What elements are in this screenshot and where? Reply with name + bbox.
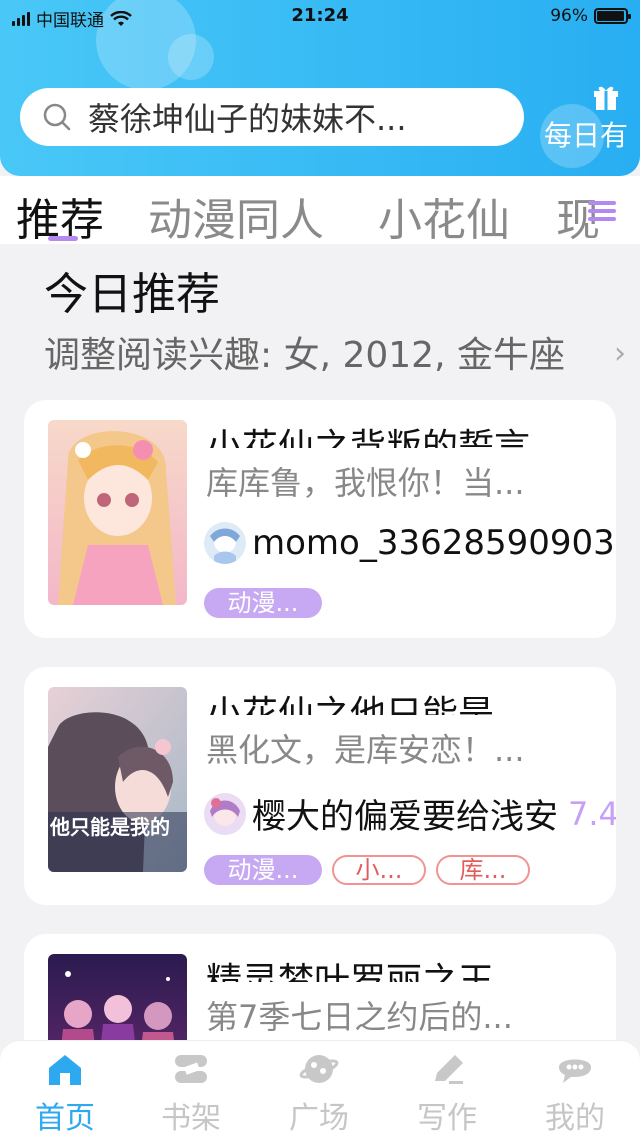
home-icon: [49, 1055, 81, 1085]
status-bar: 中国联通 21:24 96%: [0, 0, 640, 34]
interest-settings-link[interactable]: 调整阅读兴趣: 女, 2012, 金牛座: [44, 326, 565, 378]
active-tab-indicator: [48, 236, 78, 241]
book-author: 樱大的偏爱要给浅安 7.4: [204, 789, 616, 838]
nav-square[interactable]: 广场: [264, 1051, 374, 1137]
battery-level: [597, 11, 624, 21]
chat-icon: [559, 1059, 591, 1083]
book-cover: [48, 420, 187, 605]
tag-list: 动漫...: [204, 588, 322, 618]
battery-percent: 96%: [550, 6, 588, 26]
author-name: momo_33628590903...: [252, 523, 616, 563]
search-icon: [43, 103, 71, 131]
cover-title-text: 他只能是我的: [50, 815, 170, 839]
book-description: 第7季七日之约后的...: [206, 998, 513, 1036]
anime-girl-cover-art: [48, 687, 187, 872]
nav-label: 广场: [289, 1101, 349, 1136]
chevron-right-icon: ›: [614, 336, 626, 371]
nav-home[interactable]: 首页: [10, 1051, 120, 1137]
book-score: 7.4: [568, 794, 616, 833]
header: 中国联通 21:24 96% 蔡徐坤仙子的妹妹不... 每日有: [0, 0, 640, 176]
avatar: [204, 522, 246, 564]
tag-chip[interactable]: 小...: [332, 855, 426, 885]
tab-anime-fanfic[interactable]: 动漫同人: [148, 184, 324, 244]
app-screen: 中国联通 21:24 96% 蔡徐坤仙子的妹妹不... 每日有 推荐 动漫同人 …: [0, 0, 640, 1138]
search-placeholder: 蔡徐坤仙子的妹妹不...: [88, 100, 407, 138]
book-author: momo_33628590903...: [204, 522, 616, 564]
section-title: 今日推荐: [44, 269, 220, 320]
nav-mine[interactable]: 我的: [520, 1051, 630, 1137]
book-title: 精灵梦叶罗丽之王: [206, 961, 495, 982]
nav-write[interactable]: 写作: [392, 1051, 502, 1137]
decor-bubble: [168, 34, 214, 80]
nav-label: 写作: [417, 1101, 477, 1136]
gift-icon: [594, 86, 618, 110]
tag-chip[interactable]: 动漫...: [204, 588, 322, 618]
nav-label: 书架: [161, 1101, 221, 1136]
anime-girl-cover-art: [48, 420, 187, 605]
battery-icon: [594, 8, 631, 24]
planet-icon: [299, 1055, 339, 1083]
bookshelf-icon: [175, 1055, 207, 1083]
book-description: 库库鲁，我恨你！当...: [206, 464, 525, 502]
tag-list: 动漫... 小... 库...: [204, 855, 530, 885]
status-right: 96%: [550, 6, 631, 26]
pen-icon: [435, 1055, 463, 1084]
nav-label: 我的: [545, 1101, 605, 1136]
menu-icon[interactable]: [586, 196, 620, 226]
book-card[interactable]: 小花仙之背叛的誓言 库库鲁，我恨你！当... momo_33628590903.…: [24, 400, 616, 638]
tag-chip[interactable]: 库...: [436, 855, 530, 885]
category-tabs: 推荐 动漫同人 小花仙 现: [0, 176, 640, 244]
nav-label: 首页: [35, 1101, 95, 1136]
book-cover: 他只能是我的: [48, 687, 187, 872]
tag-chip[interactable]: 动漫...: [204, 855, 322, 885]
clock: 21:24: [291, 5, 349, 26]
bottom-nav: 首页 书架 广场 写作 我的: [0, 1040, 640, 1138]
daily-label: 每日有: [544, 119, 629, 152]
book-title: 小花仙之他只能是: [206, 694, 495, 715]
book-description: 黑化文，是库安恋！...: [206, 731, 525, 769]
search-bar[interactable]: 蔡徐坤仙子的妹妹不...: [20, 88, 524, 146]
tab-xiaohuaxian[interactable]: 小花仙: [378, 184, 510, 244]
book-title: 小花仙之背叛的誓言: [206, 427, 531, 448]
author-name: 樱大的偏爱要给浅安: [252, 797, 558, 837]
book-card[interactable]: 他只能是我的 小花仙之他只能是 黑化文，是库安恋！... 樱大的偏爱要给浅安 7…: [24, 667, 616, 905]
nav-bookshelf[interactable]: 书架: [136, 1051, 246, 1137]
tab-recommend[interactable]: 推荐: [16, 184, 104, 244]
avatar: [204, 792, 246, 835]
